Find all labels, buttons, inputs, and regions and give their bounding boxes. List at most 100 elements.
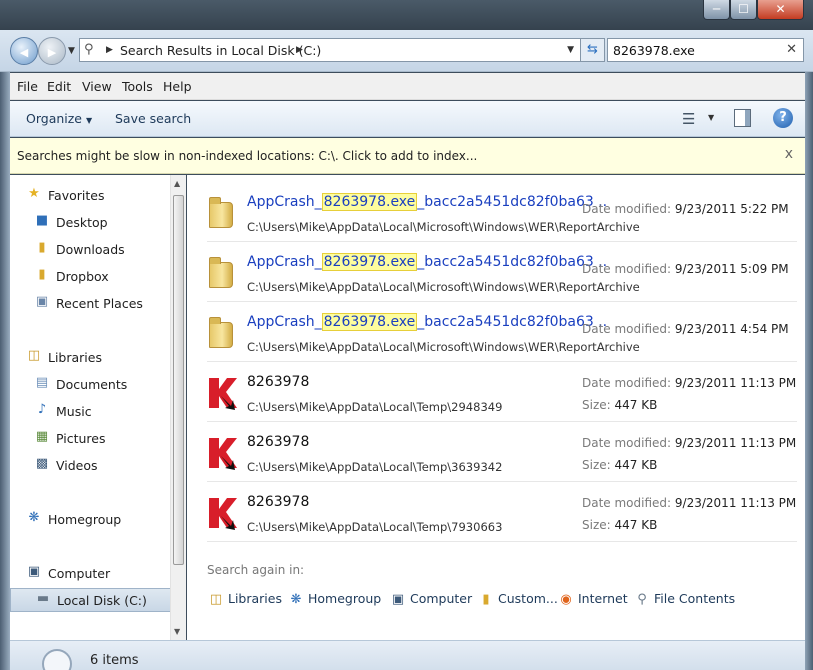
date-modified-value: 9/23/2011 11:13 PM — [674, 436, 797, 450]
date-modified-label: Date modified: — [582, 496, 672, 510]
result-name[interactable]: AppCrash_ 8263978.exe _bacc2a5451dc82f0ba6… — [247, 193, 608, 211]
menu-tools[interactable]: Tools — [122, 79, 153, 94]
result-row[interactable]: AppCrash_ 8263978.exe _bacc2a5451dc82f0ba6… — [207, 302, 797, 362]
search-again-option-label: Homegroup — [308, 591, 382, 606]
date-modified-label: Date modified: — [582, 202, 672, 216]
index-warning-infobar[interactable]: Searches might be slow in non-indexed lo… — [10, 138, 805, 174]
clear-search-icon[interactable]: ✕ — [786, 42, 797, 57]
sidebar-item-label: Recent Places — [56, 296, 143, 311]
window-frame-left — [0, 72, 10, 670]
result-row[interactable]: 8263978 C:\Users\Mike\AppData\Local\Temp… — [207, 422, 797, 482]
sidebar-computer[interactable]: ▣ Computer — [10, 562, 172, 586]
search-again-computer[interactable]: ▣ Computer — [389, 591, 472, 607]
scroll-down-icon[interactable]: ▼ — [174, 627, 180, 636]
breadcrumb-chevron-icon[interactable]: ▶ — [296, 45, 303, 55]
refresh-icon: ⇆ — [587, 42, 598, 57]
sidebar-scrollbar[interactable]: ▲ ▼ — [170, 175, 186, 640]
back-button[interactable]: ◀ — [10, 37, 38, 65]
scrollbar-thumb[interactable] — [173, 195, 184, 565]
result-name[interactable]: AppCrash_ 8263978.exe _bacc2a5451dc82f0ba6… — [247, 253, 607, 271]
sidebar-item-music[interactable]: ♪ Music — [10, 400, 172, 424]
forward-arrow-icon: ▶ — [47, 46, 57, 59]
file-contents-search-icon: ⚲ — [637, 592, 647, 607]
sidebar-item-label: Music — [56, 404, 92, 419]
result-row[interactable]: AppCrash_ 8263978.exe _bacc2a5451dc82f0ba6… — [207, 242, 797, 302]
recent-pages-dropdown-icon[interactable]: ▼ — [68, 46, 75, 56]
local-disk-icon: ▬ — [36, 591, 50, 606]
result-name[interactable]: 8263978 — [247, 374, 309, 390]
menu-help[interactable]: Help — [163, 79, 192, 94]
close-window-button[interactable]: ✕ — [757, 0, 804, 20]
maximize-icon: ☐ — [738, 2, 749, 16]
infobar-text[interactable]: Searches might be slow in non-indexed lo… — [17, 149, 477, 163]
search-again-option-label: File Contents — [654, 591, 736, 606]
result-path: C:\Users\Mike\AppData\Local\Temp\2948349 — [247, 400, 503, 414]
result-name-prefix: AppCrash_ — [247, 194, 322, 210]
infobar-close-icon[interactable]: x — [785, 146, 793, 162]
sidebar-item-videos[interactable]: ▩ Videos — [10, 454, 172, 478]
save-search-button[interactable]: Save search — [115, 111, 191, 126]
kaspersky-app-icon — [207, 374, 237, 410]
result-name-suffix: _bacc2a5451dc82f0ba63 .. — [417, 194, 608, 210]
help-icon[interactable]: ? — [773, 108, 793, 128]
menu-file[interactable]: File — [17, 79, 38, 94]
sidebar-libraries[interactable]: ◫ Libraries — [10, 346, 172, 370]
address-bar[interactable]: ⚲ ▶ Search Results in Local Disk (C:) ▶ … — [79, 38, 581, 62]
result-name[interactable]: AppCrash_ 8263978.exe _bacc2a5451dc82f0ba6… — [247, 313, 607, 331]
sidebar-item-label: Local Disk (C:) — [57, 593, 147, 608]
result-date-modified: Date modified: 9/23/2011 11:13 PM — [582, 376, 796, 390]
downloads-folder-icon: ▮ — [38, 240, 46, 255]
breadcrumb-location[interactable]: Search Results in Local Disk (C:) — [120, 43, 321, 58]
result-path: C:\Users\Mike\AppData\Local\Microsoft\Wi… — [247, 220, 640, 234]
computer-icon: ▣ — [391, 592, 405, 607]
sidebar-item-downloads[interactable]: ▮ Downloads — [10, 238, 172, 262]
menu-edit[interactable]: Edit — [47, 79, 71, 94]
result-row[interactable]: AppCrash_ 8263978.exe _bacc2a5451dc82f0ba6… — [207, 182, 797, 242]
command-bar: Organize ▼ Save search ☰ ▼ ? — [10, 101, 805, 137]
date-modified-value: 9/23/2011 11:13 PM — [674, 496, 797, 510]
sidebar-favorites[interactable]: ★ Favorites — [10, 184, 172, 208]
view-dropdown-icon[interactable]: ▼ — [708, 113, 714, 122]
search-again-options: ◫ Libraries ❋ Homegroup ▣ Computer ▮ Custom.… — [207, 587, 797, 615]
scroll-up-icon[interactable]: ▲ — [174, 179, 180, 188]
result-row[interactable]: 8263978 C:\Users\Mike\AppData\Local\Temp… — [207, 482, 797, 542]
result-row[interactable]: 8263978 C:\Users\Mike\AppData\Local\Temp… — [207, 362, 797, 422]
sidebar-item-recent-places[interactable]: ▣ Recent Places — [10, 292, 172, 316]
result-name[interactable]: 8263978 — [247, 494, 309, 510]
refresh-button[interactable]: ⇆ — [581, 38, 605, 62]
dropbox-folder-icon: ▮ — [38, 267, 46, 282]
result-name[interactable]: 8263978 — [247, 434, 309, 450]
sidebar-item-documents[interactable]: ▤ Documents — [10, 373, 172, 397]
date-modified-label: Date modified: — [582, 322, 672, 336]
search-again-libraries[interactable]: ◫ Libraries — [207, 591, 282, 607]
search-input[interactable]: 8263978.exe — [613, 43, 695, 58]
sidebar-item-local-disk[interactable]: ▬ Local Disk (C:) — [10, 588, 172, 612]
forward-button[interactable]: ▶ — [38, 37, 66, 65]
sidebar-item-desktop[interactable]: ■ Desktop — [10, 211, 172, 235]
minimize-button[interactable]: ─ — [703, 0, 730, 20]
preview-pane-icon[interactable] — [734, 109, 751, 127]
sidebar-item-dropbox[interactable]: ▮ Dropbox — [10, 265, 172, 289]
result-path: C:\Users\Mike\AppData\Local\Microsoft\Wi… — [247, 340, 640, 354]
search-box[interactable]: 8263978.exe ✕ — [607, 38, 804, 62]
search-again-homegroup[interactable]: ❋ Homegroup — [287, 591, 382, 607]
computer-icon: ▣ — [27, 564, 41, 579]
sidebar-item-label: Favorites — [48, 188, 105, 203]
status-bar: 6 items — [10, 640, 805, 670]
change-view-icon[interactable]: ☰ — [682, 110, 695, 128]
breadcrumb-chevron-icon[interactable]: ▶ — [106, 45, 113, 55]
back-arrow-icon: ◀ — [19, 46, 29, 59]
search-again-file-contents[interactable]: ⚲ File Contents — [633, 591, 735, 607]
search-match-highlight: 8263978.exe — [321, 313, 418, 331]
menu-view[interactable]: View — [82, 79, 112, 94]
organize-button[interactable]: Organize ▼ — [26, 111, 92, 126]
search-again-custom[interactable]: ▮ Custom... — [477, 591, 557, 607]
date-modified-label: Date modified: — [582, 376, 672, 390]
sidebar-item-pictures[interactable]: ▦ Pictures — [10, 427, 172, 451]
maximize-button[interactable]: ☐ — [730, 0, 757, 20]
window-frame-right — [805, 30, 813, 670]
sidebar-homegroup[interactable]: ❋ Homegroup — [10, 508, 172, 532]
result-date-modified: Date modified: 9/23/2011 11:13 PM — [582, 436, 796, 450]
search-again-internet[interactable]: ◉ Internet — [557, 591, 627, 607]
address-history-dropdown-icon[interactable]: ▼ — [567, 45, 574, 55]
